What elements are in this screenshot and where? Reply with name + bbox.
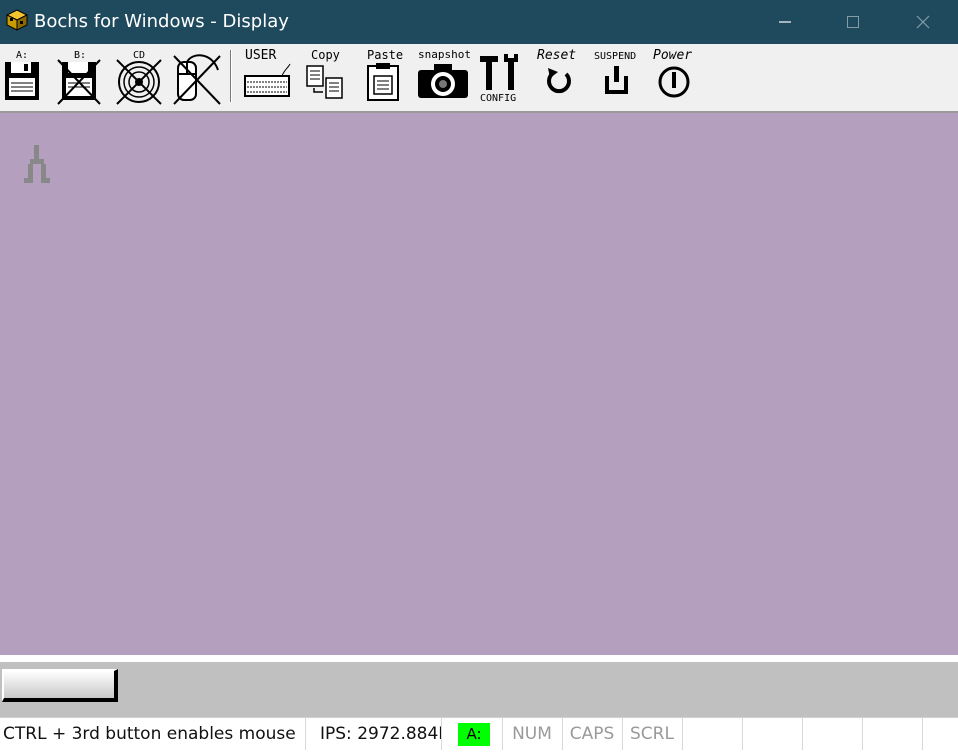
- status-drive-a-indicator: A:: [458, 723, 490, 746]
- floppy-b-label: B:: [74, 50, 86, 61]
- status-empty-cell: [682, 718, 743, 750]
- keyboard-icon: [244, 63, 291, 97]
- status-empty-cell: [922, 718, 958, 750]
- clipboard-icon: [367, 63, 399, 101]
- cdrom-ejected-icon: [116, 59, 162, 105]
- status-caps-indicator: CAPS: [562, 718, 623, 750]
- status-empty-cell: [862, 718, 923, 750]
- floppy-ejected-icon: [57, 59, 101, 105]
- floppy-b-button[interactable]: B:: [56, 46, 102, 108]
- camera-icon: [418, 64, 468, 98]
- minimize-button[interactable]: [762, 0, 808, 44]
- window-title: Bochs for Windows - Display: [34, 11, 289, 32]
- status-mouse-hint: CTRL + 3rd button enables mouse: [0, 718, 306, 750]
- minimize-icon: [779, 21, 791, 23]
- maximize-icon: [847, 16, 859, 28]
- floppy-a-label: A:: [16, 50, 28, 61]
- snapshot-label: snapshot: [418, 48, 470, 61]
- user-label: USER: [245, 48, 276, 63]
- cdrom-button[interactable]: CD: [114, 46, 164, 108]
- status-empty-cell: [802, 718, 863, 750]
- text-cursor-glyph: [24, 143, 52, 192]
- mouse-disabled-icon: [173, 54, 221, 105]
- suspend-icon: [605, 66, 628, 94]
- copy-label: Copy: [311, 48, 340, 62]
- power-button[interactable]: Power: [650, 46, 702, 108]
- lower-panel-box: [2, 669, 118, 702]
- close-icon: [916, 15, 930, 29]
- status-empty-cell: [742, 718, 803, 750]
- suspend-label: SUSPEND: [594, 51, 636, 62]
- status-drive-cell: A:: [442, 718, 503, 750]
- title-bar: Bochs for Windows - Display: [0, 0, 958, 44]
- status-ips: IPS: 2972.884M: [306, 718, 442, 750]
- tools-icon: [480, 54, 518, 90]
- paste-label: Paste: [367, 48, 403, 62]
- copy-icon: [306, 65, 343, 99]
- display-divider: [0, 655, 958, 662]
- reset-icon: [547, 68, 571, 94]
- lower-panel-area: [0, 662, 958, 717]
- close-button[interactable]: [900, 0, 946, 44]
- paste-button[interactable]: Paste: [362, 46, 404, 108]
- snapshot-button[interactable]: snapshot: [416, 46, 470, 108]
- status-scrl-indicator: SCRL: [622, 718, 683, 750]
- reset-label: Reset: [537, 48, 576, 63]
- status-bar: CTRL + 3rd button enables mouse IPS: 297…: [0, 717, 958, 754]
- toolbar: A: B: CD USER Copy Paste snapshot CONFIG…: [0, 44, 958, 113]
- emulator-display[interactable]: [0, 113, 958, 655]
- mouse-toggle-button[interactable]: [172, 46, 224, 108]
- suspend-button[interactable]: SUSPEND: [592, 46, 644, 108]
- copy-button[interactable]: Copy: [304, 46, 346, 108]
- config-button[interactable]: CONFIG: [478, 46, 526, 108]
- floppy-a-button[interactable]: A:: [2, 46, 42, 108]
- maximize-button[interactable]: [830, 0, 876, 44]
- power-icon: [658, 66, 690, 98]
- bochs-app-icon[interactable]: [5, 9, 29, 31]
- user-button[interactable]: USER: [242, 46, 292, 108]
- power-label: Power: [653, 48, 692, 63]
- floppy-icon: [5, 62, 39, 100]
- toolbar-separator: [230, 50, 232, 102]
- cdrom-label: CD: [133, 50, 145, 61]
- status-num-indicator: NUM: [502, 718, 563, 750]
- config-label: CONFIG: [480, 93, 516, 104]
- reset-button[interactable]: Reset: [534, 46, 586, 108]
